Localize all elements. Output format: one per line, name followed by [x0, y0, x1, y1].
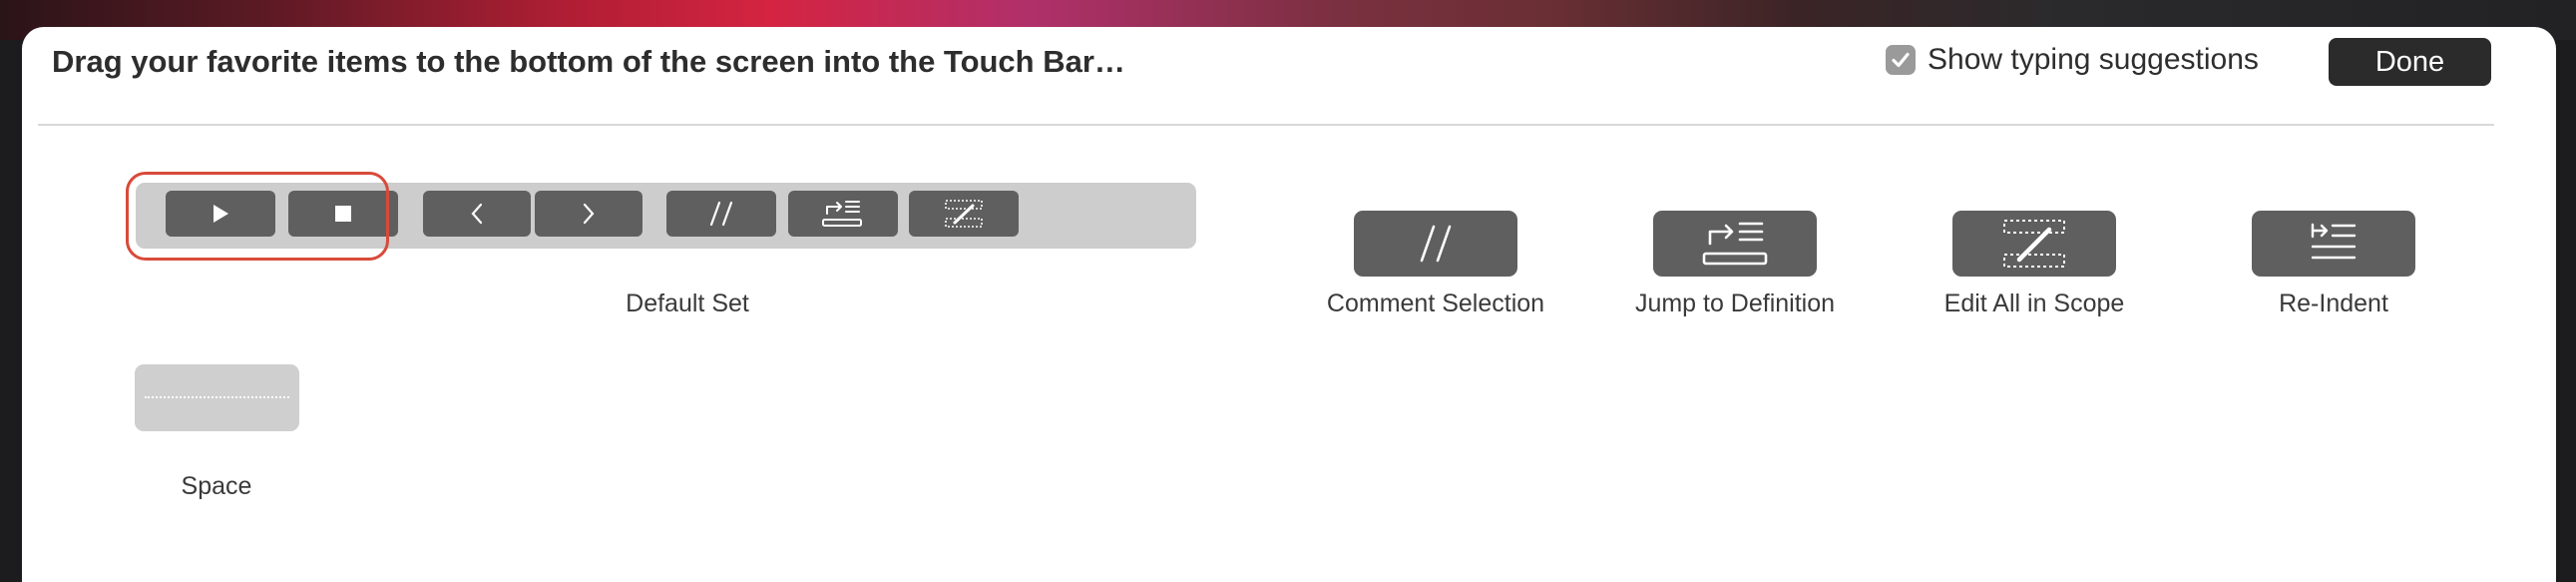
jump-to-definition-icon [1702, 222, 1768, 266]
jump-to-definition-key[interactable] [788, 191, 898, 237]
comment-selection-item[interactable] [1354, 211, 1517, 277]
re-indent-item[interactable] [2252, 211, 2415, 277]
comment-icon [709, 201, 733, 227]
re-indent-label: Re-Indent [2279, 290, 2388, 317]
done-button[interactable]: Done [2329, 38, 2491, 86]
show-typing-suggestions-checkbox[interactable]: Show typing suggestions [1886, 43, 2259, 77]
run-key[interactable] [166, 191, 275, 237]
space-item[interactable] [135, 364, 299, 431]
edit-all-in-scope-key[interactable] [909, 191, 1019, 237]
edit-all-in-scope-icon [2003, 220, 2065, 268]
space-label: Space [181, 472, 252, 500]
comment-selection-key[interactable] [666, 191, 776, 237]
divider [38, 124, 2494, 126]
stop-key[interactable] [288, 191, 398, 237]
stop-icon [335, 206, 351, 222]
play-icon [214, 205, 228, 223]
instructions-text: Drag your favorite items to the bottom o… [52, 44, 1125, 79]
re-indent-icon [2311, 223, 2357, 260]
navigate-back-key[interactable] [423, 191, 531, 237]
jump-to-definition-item[interactable] [1653, 211, 1817, 277]
navigate-forward-key[interactable] [535, 191, 643, 237]
chevron-left-icon [471, 203, 483, 225]
edit-all-in-scope-label: Edit All in Scope [1943, 290, 2125, 317]
space-icon [145, 396, 289, 398]
edit-all-in-scope-icon [945, 200, 983, 228]
chevron-right-icon [583, 203, 595, 225]
show-typing-suggestions-label: Show typing suggestions [1928, 43, 2259, 76]
comment-selection-label: Comment Selection [1326, 290, 1545, 317]
edit-all-in-scope-item[interactable] [1952, 211, 2116, 277]
checkbox-checked-icon[interactable] [1886, 45, 1916, 75]
jump-to-definition-icon [822, 201, 862, 227]
default-set-label: Default Set [626, 290, 749, 317]
jump-to-definition-label: Jump to Definition [1634, 290, 1836, 317]
comment-icon [1420, 225, 1452, 263]
default-set-strip[interactable] [136, 183, 1196, 249]
